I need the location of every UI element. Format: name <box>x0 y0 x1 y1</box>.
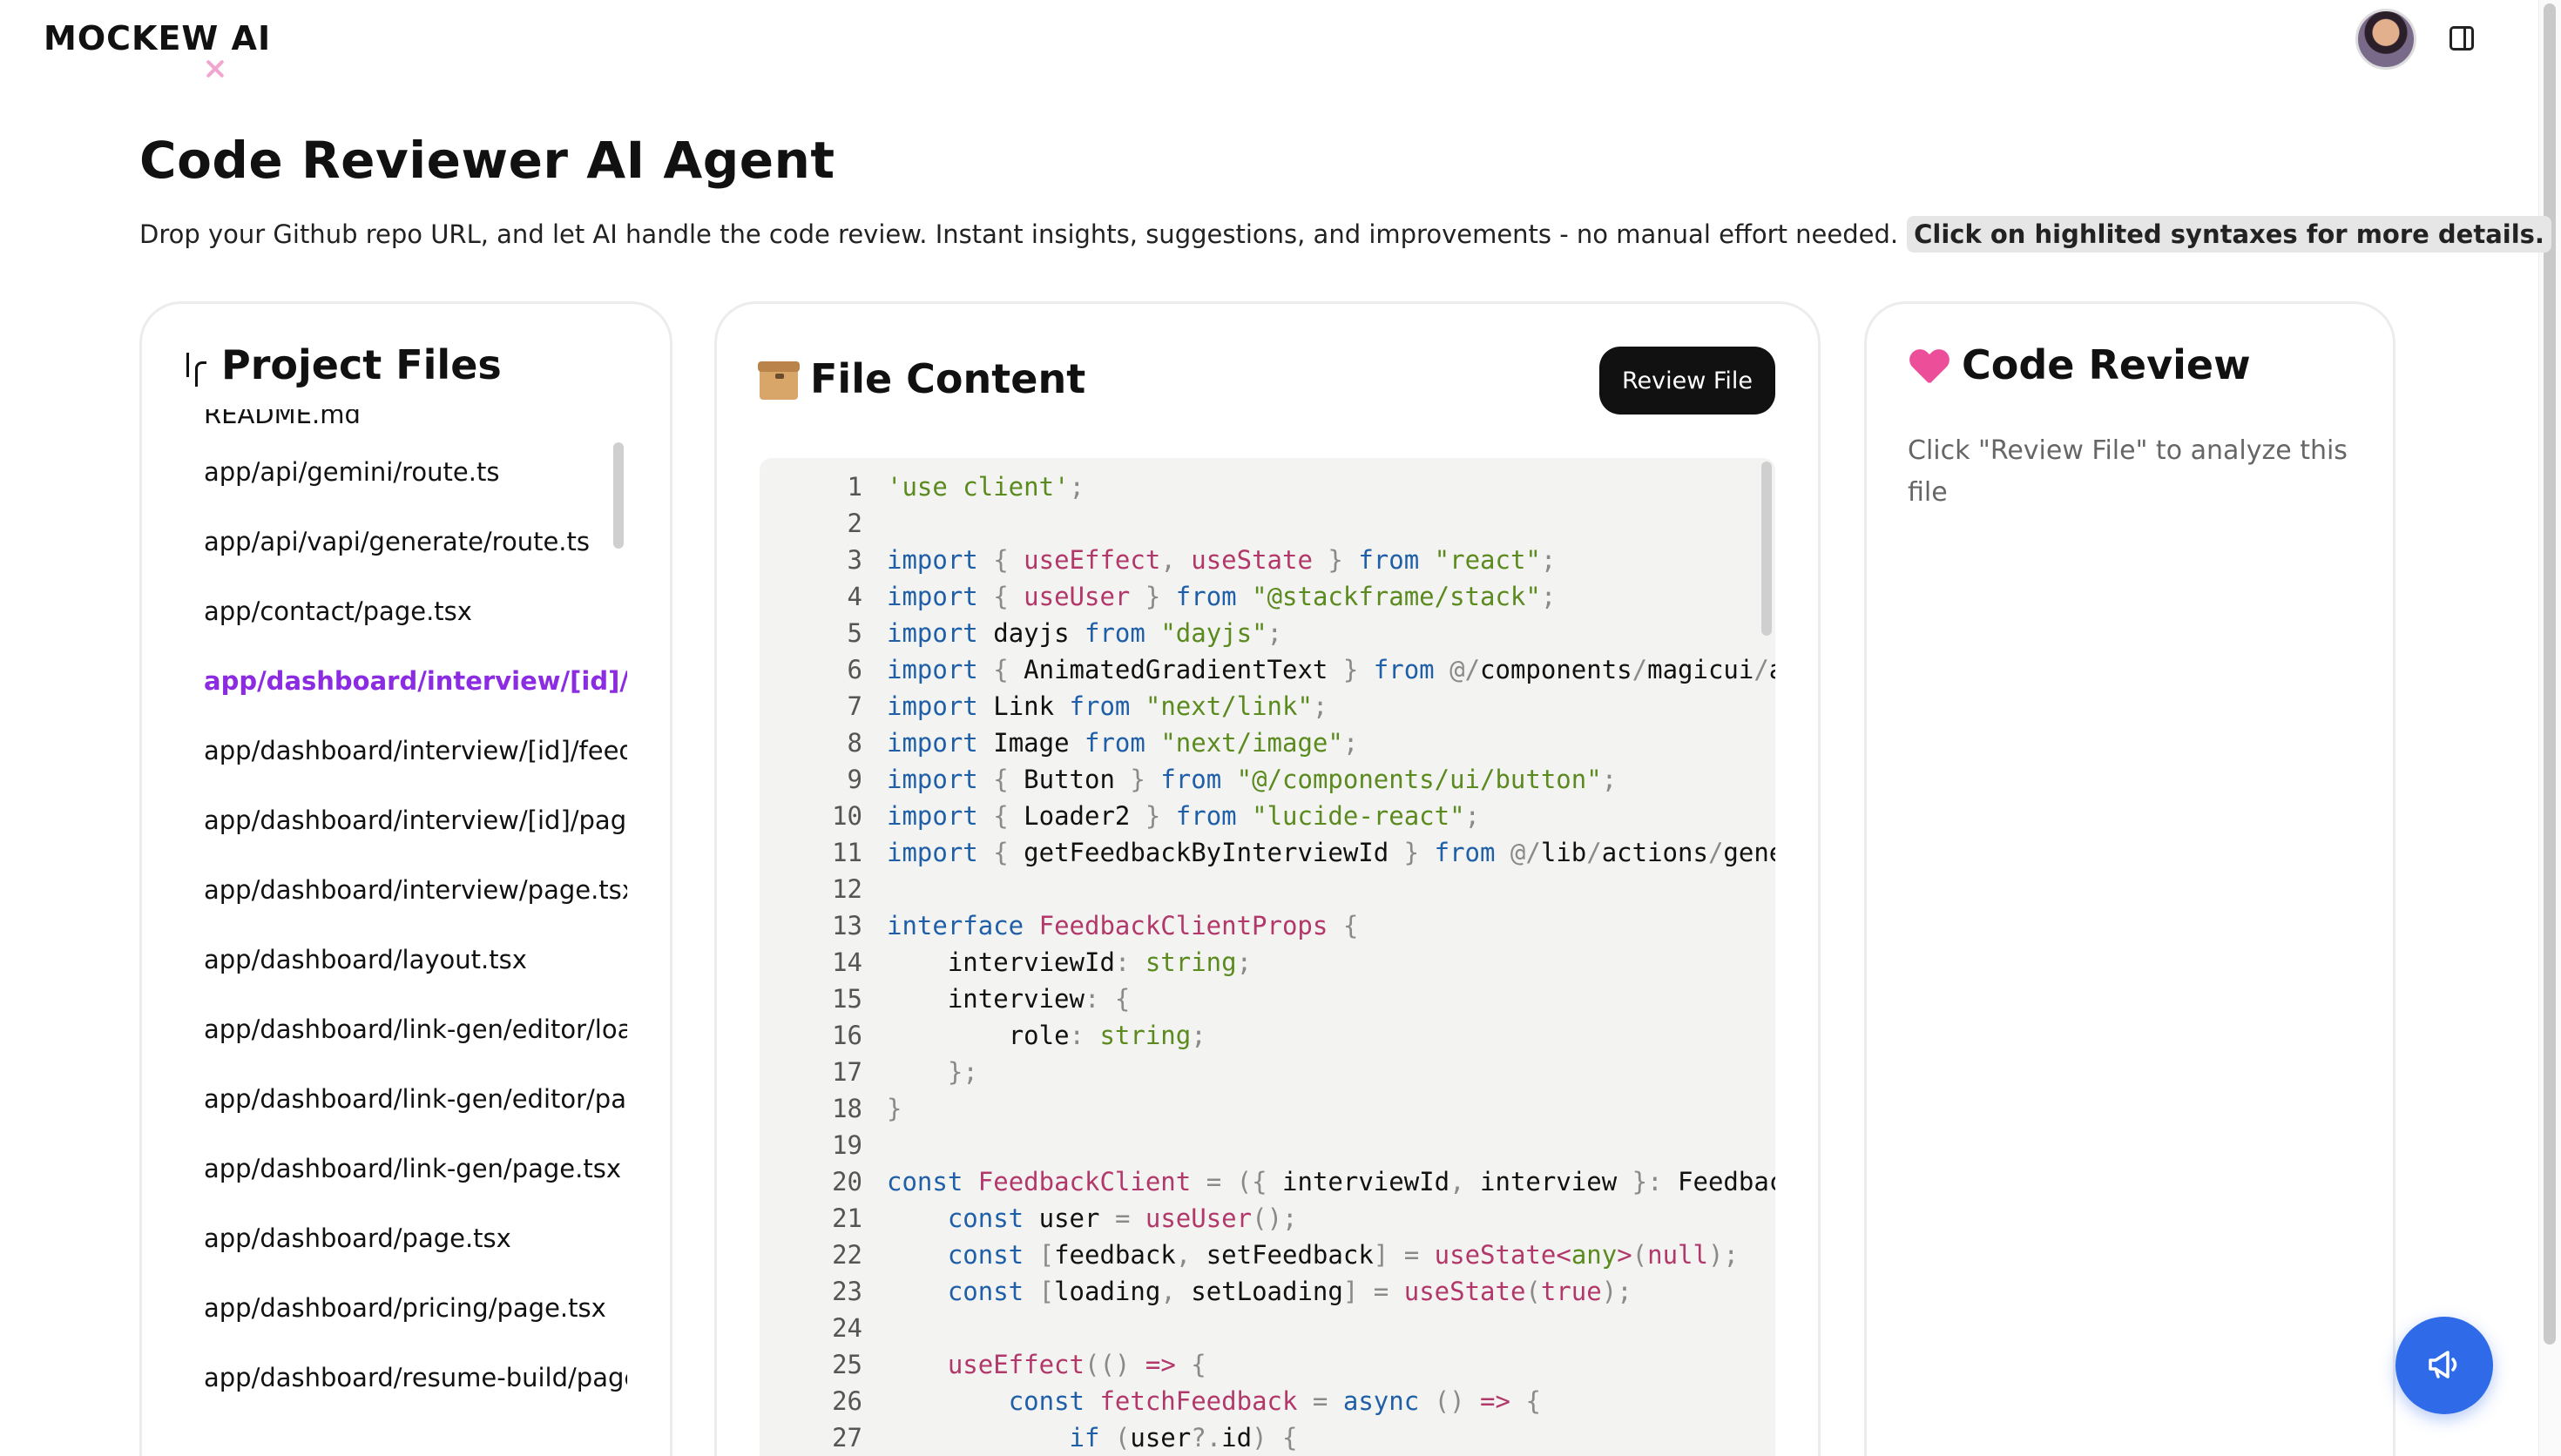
line-number: 5 <box>847 618 862 648</box>
logo-sparkle-icon <box>204 57 226 80</box>
code-text[interactable]: 'use client'; <box>887 468 1085 505</box>
code-review-title: Code Review <box>1909 341 2251 388</box>
project-files-title: Project Files <box>183 341 502 388</box>
file-item[interactable]: app/dashboard/interview/[id]/feed <box>204 716 627 785</box>
file-item[interactable]: app/dashboard/interview/[id]/page <box>204 785 627 855</box>
line-number: 15 <box>832 984 862 1014</box>
file-item[interactable]: app/dashboard/pricing/page.tsx <box>204 1273 627 1343</box>
git-branch-icon <box>183 349 209 388</box>
file-list[interactable]: README.md app/api/gemini/route.ts app/api/… <box>204 409 627 1454</box>
line-number: 4 <box>847 582 862 611</box>
line-number: 6 <box>847 655 862 684</box>
review-file-button[interactable]: Review File <box>1599 347 1775 415</box>
code-text[interactable]: interview: { <box>887 981 1131 1017</box>
code-text[interactable]: import { useUser } from "@stackframe/sta… <box>887 578 1556 615</box>
highlight-note: Click on highlited syntaxes for more det… <box>1907 216 2551 253</box>
line-number: 8 <box>847 728 862 758</box>
project-files-title-text: Project Files <box>221 341 502 388</box>
code-text[interactable]: import { AnimatedGradientText } from @/c… <box>887 651 1775 688</box>
line-number: 21 <box>832 1203 862 1233</box>
line-number: 16 <box>832 1021 862 1050</box>
code-viewer[interactable]: 1'use client'; 2 3 import { useEffect, useS… <box>760 458 1775 1456</box>
line-number: 13 <box>832 911 862 940</box>
line-number: 1 <box>847 472 862 502</box>
code-review-placeholder: Click "Review File" to analyze this file <box>1908 435 2348 508</box>
file-content-title-text: File Content <box>810 355 1086 402</box>
code-text[interactable]: }; <box>887 1054 978 1090</box>
page-scrollbar-thumb[interactable] <box>2544 3 2556 1345</box>
sparkling-heart-icon <box>1909 350 1949 387</box>
file-item[interactable]: app/dashboard/resume-build/page. <box>204 1343 627 1412</box>
line-number: 7 <box>847 691 862 721</box>
code-text[interactable]: const user = useUser(); <box>887 1200 1298 1237</box>
code-text[interactable]: import { Loader2 } from "lucide-react"; <box>887 798 1480 834</box>
line-number: 27 <box>832 1423 862 1453</box>
code-text[interactable]: const fetchFeedback = async () => { <box>887 1383 1541 1419</box>
code-text[interactable]: import dayjs from "dayjs"; <box>887 615 1282 651</box>
file-item[interactable]: app/dashboard/layout.tsx <box>204 925 627 994</box>
line-number: 26 <box>832 1386 862 1416</box>
code-text[interactable]: const [feedback, setFeedback] = useState… <box>887 1237 1739 1273</box>
code-text[interactable]: import { Button } from "@/components/ui/… <box>887 761 1617 798</box>
line-number: 10 <box>832 801 862 831</box>
line-number: 24 <box>832 1313 862 1343</box>
box-icon <box>758 361 800 400</box>
code-text[interactable]: interviewId: string; <box>887 944 1252 981</box>
file-item[interactable]: app/contact/page.tsx <box>204 576 627 646</box>
sidebar-panel-icon[interactable] <box>2450 26 2474 51</box>
feedback-fab-button[interactable] <box>2395 1317 2493 1414</box>
line-number: 14 <box>832 947 862 977</box>
line-number: 11 <box>832 838 862 867</box>
code-text[interactable]: import { useEffect, useState } from "rea… <box>887 542 1556 578</box>
code-text[interactable]: interface FeedbackClientProps { <box>887 907 1358 944</box>
page-title: Code Reviewer AI Agent <box>139 131 835 190</box>
file-item[interactable]: app/api/gemini/route.ts <box>204 437 627 507</box>
line-number: 2 <box>847 509 862 538</box>
line-number: 22 <box>832 1240 862 1270</box>
line-number: 19 <box>832 1130 862 1160</box>
file-item[interactable]: app/dashboard/link-gen/editor/loa <box>204 994 627 1064</box>
code-text[interactable]: const [loading, setLoading] = useState(t… <box>887 1273 1632 1310</box>
line-number: 9 <box>847 765 862 794</box>
line-number: 20 <box>832 1167 862 1196</box>
page-description: Drop your Github repo URL, and let AI ha… <box>139 216 2551 253</box>
file-item[interactable]: app/dashboard/link-gen/editor/pag <box>204 1064 627 1134</box>
file-content-title: File Content <box>758 355 1086 402</box>
megaphone-icon <box>2427 1350 2462 1379</box>
code-viewer-scrollbar[interactable] <box>1761 462 1772 636</box>
line-number: 3 <box>847 545 862 575</box>
line-number: 18 <box>832 1094 862 1123</box>
file-item[interactable]: app/dashboard/interview/page.tsx <box>204 855 627 925</box>
page-description-text: Drop your Github repo URL, and let AI ha… <box>139 219 1899 249</box>
line-number: 23 <box>832 1277 862 1306</box>
code-text[interactable]: const FeedbackClient = ({ interviewId, i… <box>887 1163 1775 1200</box>
code-text[interactable]: import Image from "next/image"; <box>887 725 1358 761</box>
code-review-title-text: Code Review <box>1962 341 2251 388</box>
line-number: 12 <box>832 874 862 904</box>
code-text[interactable]: import { getFeedbackByInterviewId } from… <box>887 834 1775 871</box>
line-number: 25 <box>832 1350 862 1379</box>
line-number: 17 <box>832 1057 862 1087</box>
file-item[interactable]: README.md <box>204 409 627 437</box>
file-item[interactable]: app/dashboard/interview/[id]/f <box>204 646 627 716</box>
code-text[interactable]: useEffect(() => { <box>887 1346 1206 1383</box>
avatar[interactable] <box>2355 9 2416 70</box>
code-text[interactable]: role: string; <box>887 1017 1206 1054</box>
file-item[interactable]: app/dashboard/link-gen/page.tsx <box>204 1134 627 1203</box>
app-logo[interactable]: MOCKEW AI <box>44 19 271 57</box>
file-list-scrollbar[interactable] <box>613 442 624 549</box>
code-text[interactable]: if (user?.id) { <box>887 1419 1298 1456</box>
file-item[interactable]: app/dashboard/page.tsx <box>204 1203 627 1273</box>
file-item[interactable]: app/api/vapi/generate/route.ts <box>204 507 627 576</box>
code-text[interactable]: import Link from "next/link"; <box>887 688 1328 725</box>
code-text[interactable]: } <box>887 1090 902 1127</box>
